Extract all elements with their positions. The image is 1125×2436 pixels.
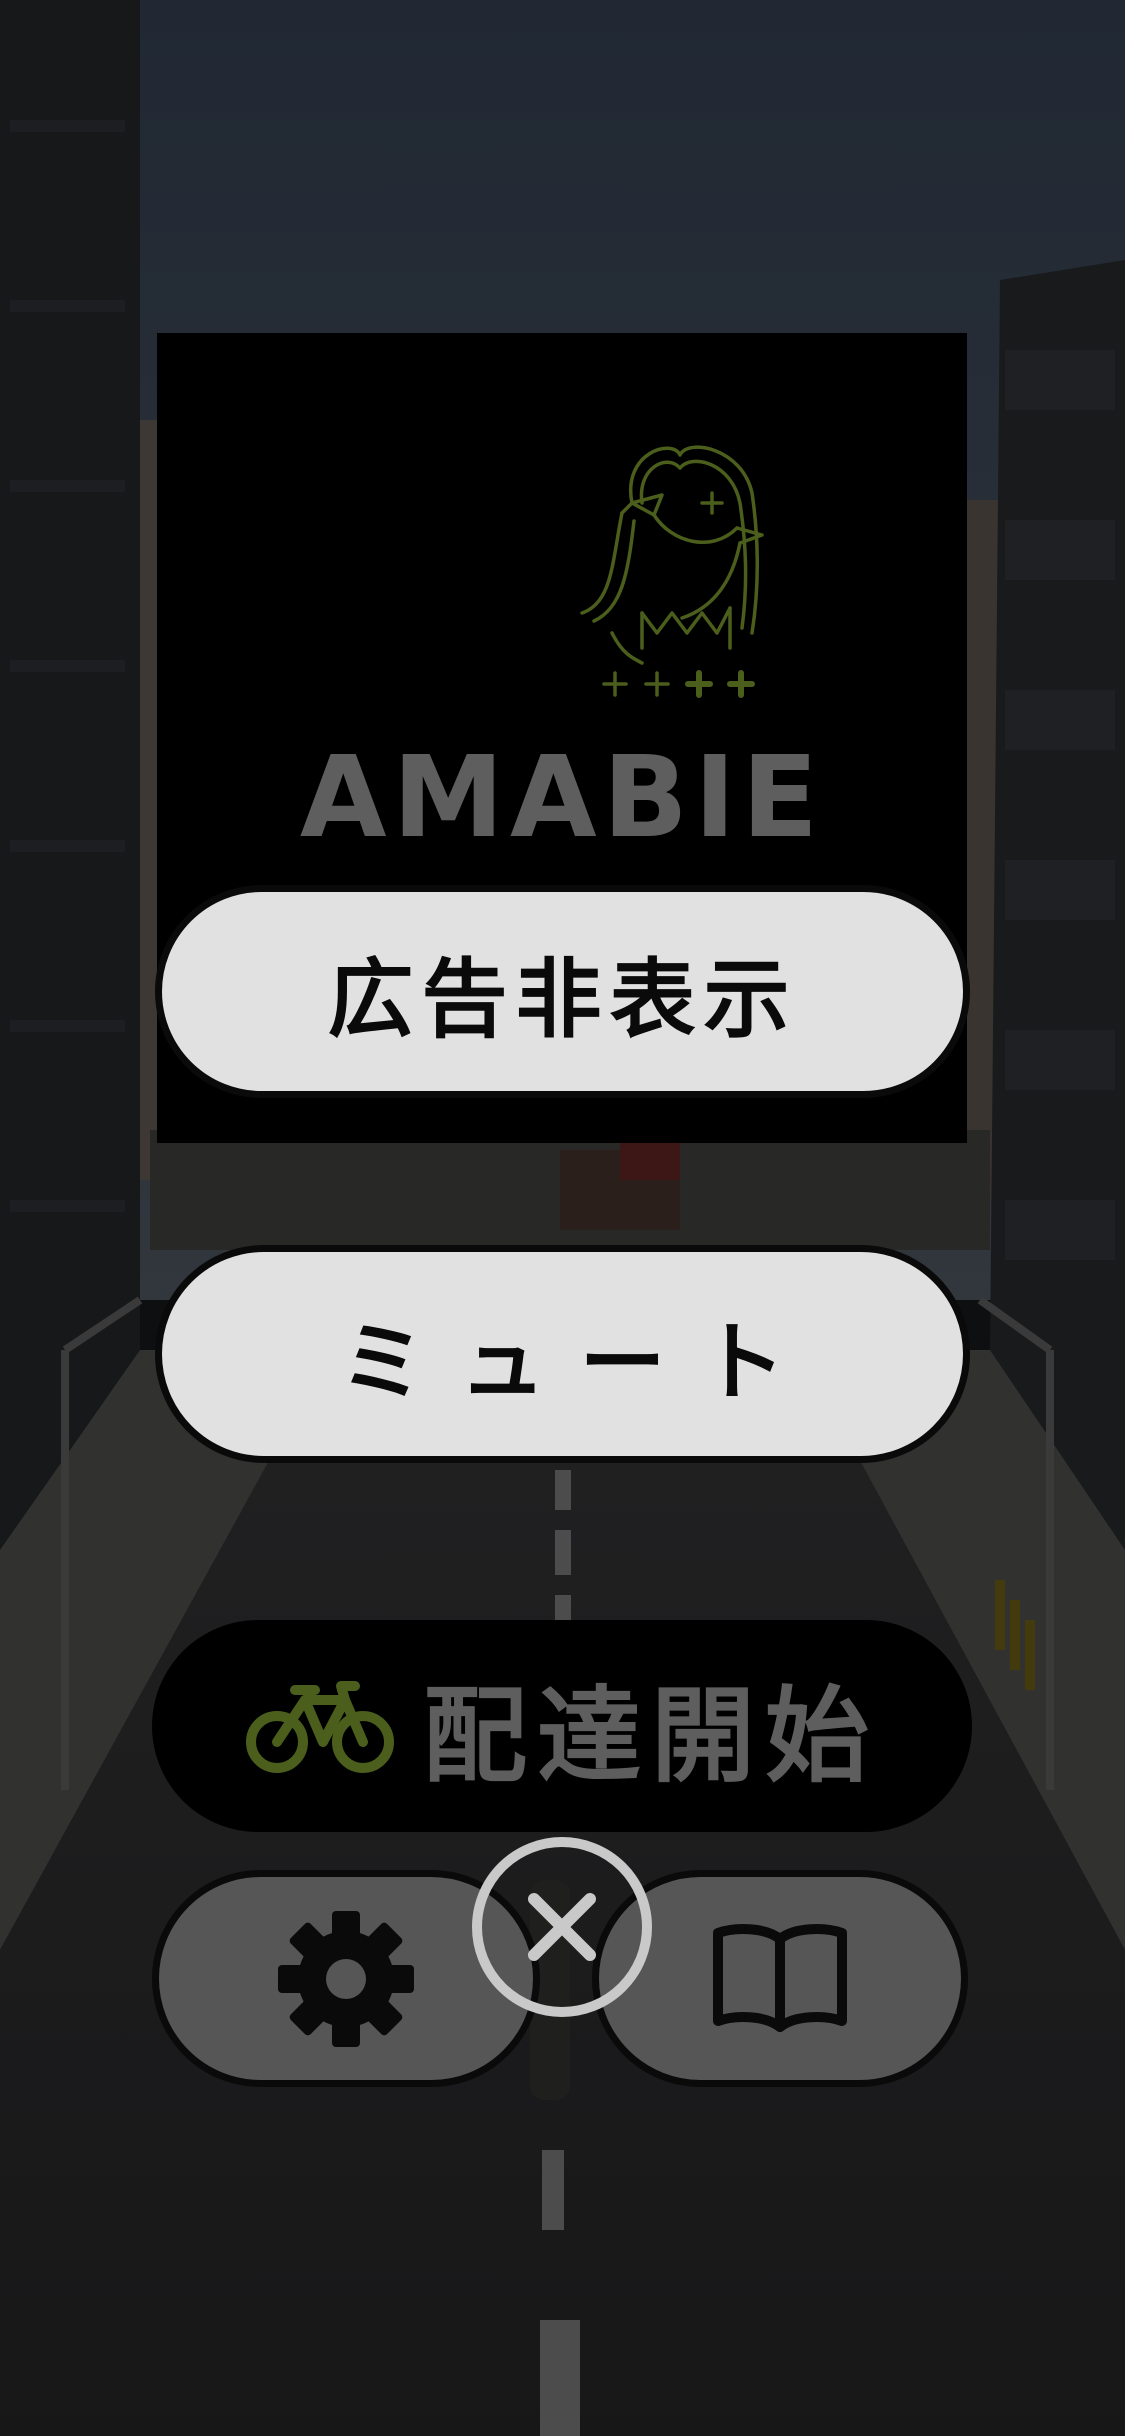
bicycle-icon <box>245 1681 394 1773</box>
mute-label: ミュート <box>339 1312 820 1413</box>
gear-icon <box>278 1910 414 2047</box>
book-icon <box>713 1923 847 2032</box>
start-delivery-label: 配達開始 <box>422 1674 879 1797</box>
close-icon <box>528 1893 596 1961</box>
hide-ads-button[interactable]: 広告非表示 <box>155 885 970 1098</box>
logo-wordmark: AMABIE <box>299 733 825 863</box>
close-button[interactable] <box>472 1837 652 2017</box>
amabie-logo <box>580 445 764 698</box>
mute-button[interactable]: ミュート <box>155 1245 970 1463</box>
hide-ads-label: 広告非表示 <box>327 950 798 1050</box>
start-delivery-button[interactable]: 配達開始 <box>152 1620 972 1832</box>
game-screen: AMABIE 広告非表示 ミュート 配達開始 <box>0 0 1125 2436</box>
